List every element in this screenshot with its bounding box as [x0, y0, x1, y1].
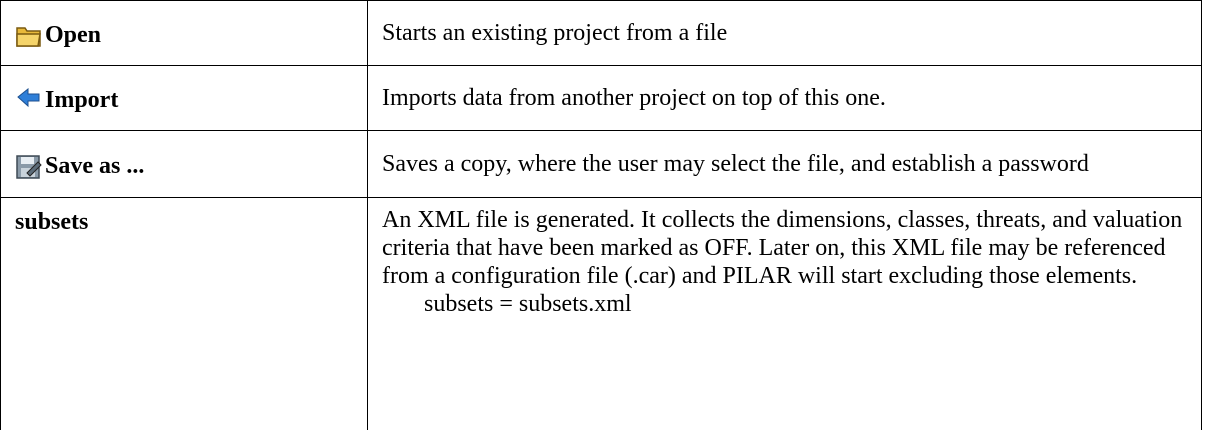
- table-row: Import Imports data from another project…: [1, 66, 1202, 131]
- command-label: subsets: [15, 209, 88, 235]
- commands-table: Open Starts an existing project from a f…: [0, 0, 1202, 430]
- command-cell: subsets: [1, 198, 368, 430]
- table-row: subsets An XML file is generated. It col…: [1, 198, 1202, 430]
- description-cell: Saves a copy, where the user may select …: [368, 131, 1202, 198]
- description-cell: An XML file is generated. It collects th…: [368, 198, 1202, 430]
- save-as-icon: [15, 154, 43, 180]
- command-cell: Import: [1, 66, 368, 131]
- folder-open-icon: [15, 23, 43, 49]
- description-cell: Starts an existing project from a file: [368, 1, 1202, 66]
- command-label: Import: [45, 86, 118, 114]
- command-label: Open: [45, 21, 101, 49]
- command-cell: Save as ...: [1, 131, 368, 198]
- arrow-left-icon: [15, 88, 43, 114]
- command-label: Save as ...: [45, 152, 144, 180]
- example-line: subsets = subsets.xml: [382, 290, 1187, 318]
- description-cell: Imports data from another project on top…: [368, 66, 1202, 131]
- table-row: Save as ... Saves a copy, where the user…: [1, 131, 1202, 198]
- description-text: An XML file is generated. It collects th…: [382, 207, 1182, 289]
- table-row: Open Starts an existing project from a f…: [1, 1, 1202, 66]
- command-cell: Open: [1, 1, 368, 66]
